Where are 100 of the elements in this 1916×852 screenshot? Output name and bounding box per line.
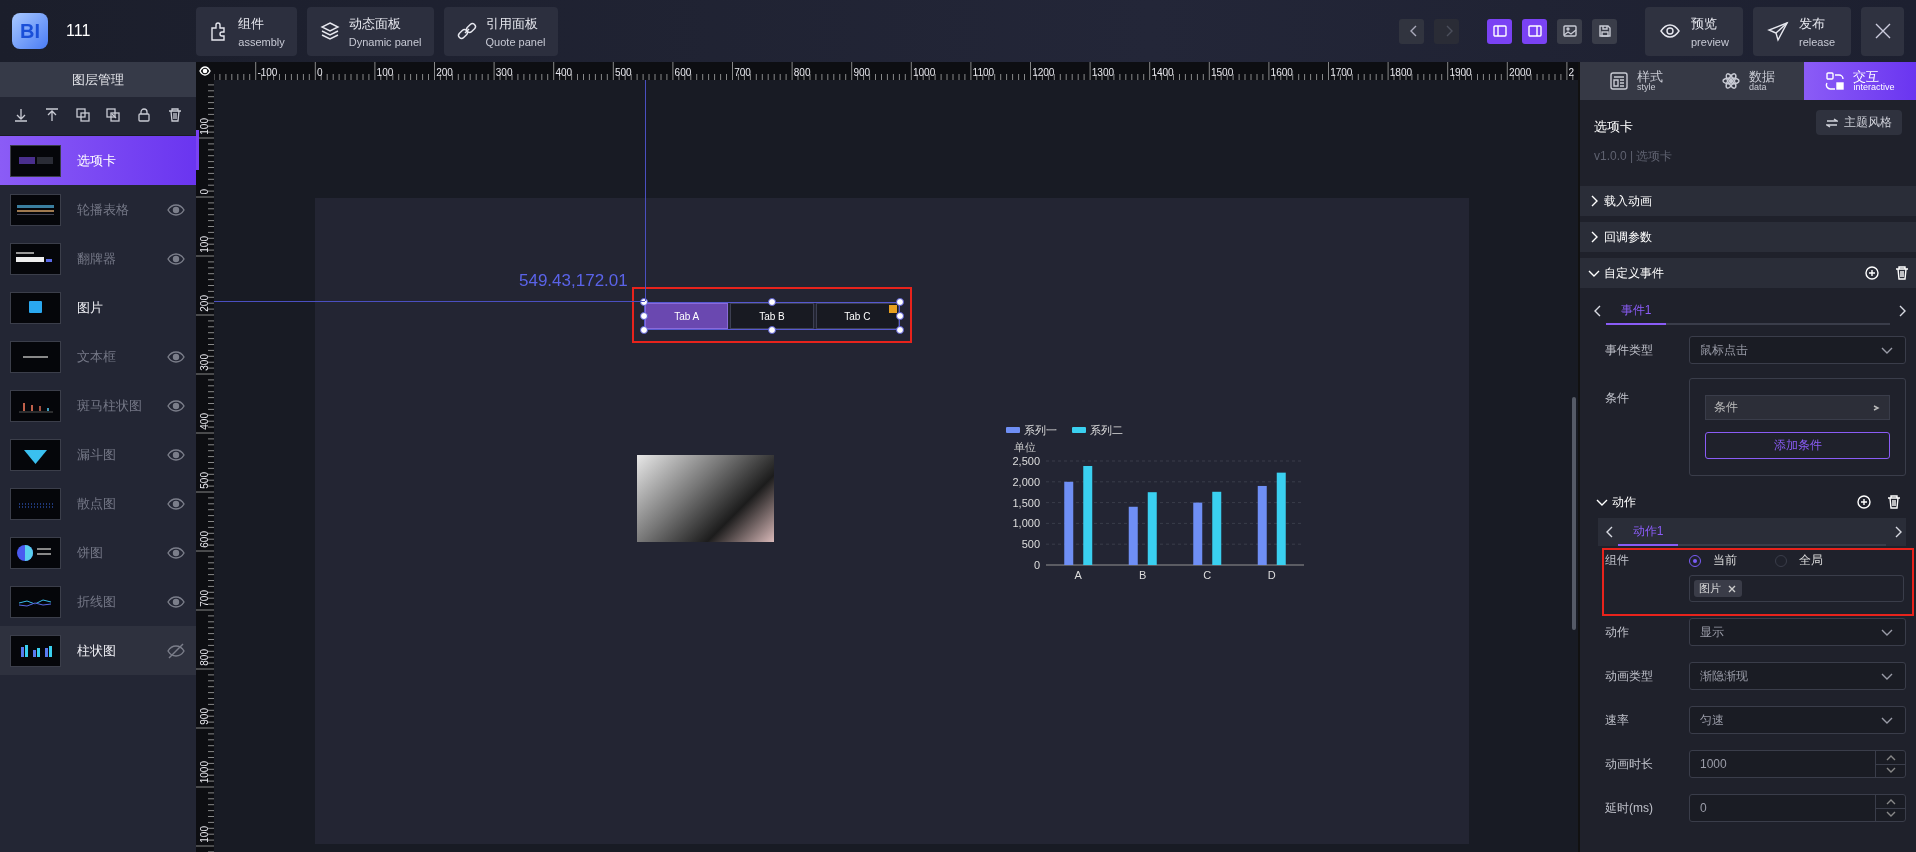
ruler-label: 1100 <box>972 67 995 78</box>
tab[interactable]: 交互 interactive <box>1804 62 1916 100</box>
axis-label: C <box>1203 569 1212 581</box>
close-button[interactable] <box>1861 6 1904 56</box>
ruler-label: 400 <box>199 413 210 430</box>
ruler-label: 1300 <box>1091 67 1115 78</box>
resize-handle[interactable] <box>768 326 776 334</box>
legend-item: 系列二 <box>1072 424 1123 436</box>
number-field[interactable]: 1000 <box>1689 750 1906 778</box>
subsection-header[interactable]: 动作 <box>1580 486 1916 518</box>
add-condition-button[interactable]: 添加条件 <box>1705 432 1890 459</box>
ruler-label: 800 <box>793 67 811 78</box>
field-label: 动画类型 <box>1605 667 1654 685</box>
ruler-label: 1900 <box>1449 67 1472 78</box>
field-label: 事件类型 <box>1605 341 1654 359</box>
project-title: 111 <box>66 22 91 40</box>
select-field[interactable]: 渐隐渐现 <box>1689 662 1906 690</box>
image-icon <box>1561 23 1578 39</box>
section-header[interactable]: 回调参数 <box>1580 222 1916 252</box>
layers-icon <box>318 20 341 42</box>
panel-title: 图层管理 <box>0 62 196 97</box>
ruler-label: 1800 <box>1389 67 1413 78</box>
toolbar-button[interactable]: 组件 assembly <box>196 6 297 56</box>
ruler-label: 200 <box>436 67 453 78</box>
radio-option[interactable]: 当前 <box>1689 552 1775 569</box>
ruler-label: 700 <box>734 67 751 78</box>
tag-input[interactable]: 图片 <box>1689 575 1904 602</box>
back-button[interactable] <box>1399 18 1424 44</box>
number-field[interactable]: 0 <box>1689 794 1906 822</box>
section-header[interactable]: 载入动画 <box>1580 186 1916 216</box>
legend-item: 系列一 <box>1006 424 1057 436</box>
select-field[interactable]: 鼠标点击 <box>1689 336 1906 364</box>
ruler-label: 900 <box>199 708 210 725</box>
version-text: v1.0.0 | 选项卡 <box>1594 148 1673 165</box>
save-icon <box>1596 23 1613 39</box>
panel-toggle[interactable] <box>1592 18 1617 44</box>
ruler-label: 200 <box>199 295 210 312</box>
close-icon <box>1727 583 1737 594</box>
delete-icon <box>1894 265 1910 281</box>
ruler-label: 600 <box>199 531 210 548</box>
layer-item[interactable]: 图片 <box>0 283 196 332</box>
ruler-label: 900 <box>853 67 871 78</box>
toolbar-button[interactable]: 动态面板 Dynamic panel <box>306 6 434 56</box>
ruler-label: 2 <box>1568 67 1575 78</box>
publish-button[interactable]: 发布 release <box>1753 6 1851 56</box>
field-label: 延时(ms) <box>1605 799 1654 817</box>
layer-thumbnail <box>10 389 61 422</box>
ruler-label: 500 <box>615 67 632 78</box>
select-field[interactable]: 匀速 <box>1689 706 1906 734</box>
add-icon <box>1856 494 1872 510</box>
axis-label: 2,000 <box>1012 475 1040 488</box>
axis-title: 单位 <box>1014 441 1036 453</box>
axis-label: 500 <box>1021 538 1040 551</box>
preview-button[interactable]: 预览 preview <box>1645 6 1743 56</box>
theme-button[interactable]: 主题风格 <box>1816 110 1902 135</box>
select-field[interactable]: 显示 <box>1689 618 1906 646</box>
panel-toggle[interactable] <box>1557 18 1582 44</box>
send-icon <box>1767 20 1789 42</box>
tab[interactable]: Tab C <box>815 303 899 329</box>
app-logo: BI <box>12 13 48 49</box>
layer-thumbnail <box>10 193 61 226</box>
panel-toggle[interactable] <box>1487 18 1512 44</box>
tab[interactable]: 数据 data <box>1692 62 1804 100</box>
lightning-icon <box>889 305 897 313</box>
atom-icon <box>1721 71 1741 91</box>
tabs-widget[interactable]: Tab A Tab B Tab C <box>644 302 900 330</box>
layer-thumbnail <box>10 634 61 667</box>
panel-toggle[interactable] <box>1522 18 1547 44</box>
ruler-label: 100 <box>199 236 210 253</box>
layer-item[interactable]: 柱状图 <box>0 626 196 675</box>
ruler-label: 0 <box>199 189 210 195</box>
tab[interactable]: 事件1 <box>1606 297 1666 325</box>
axis-label: 1,500 <box>1012 496 1040 509</box>
layer-item[interactable]: 选项卡 <box>0 136 196 185</box>
field-label: 条件 <box>1605 390 1630 407</box>
tab[interactable]: Tab A <box>645 303 729 329</box>
field-label: 组件 <box>1605 552 1630 569</box>
link-icon <box>455 20 478 42</box>
tab[interactable]: Tab B <box>730 303 814 329</box>
section-header[interactable]: 自定义事件 <box>1580 258 1916 288</box>
cursor-coordinates: 549.43,172.01 <box>519 271 628 291</box>
tab[interactable]: 样式 style <box>1580 62 1692 100</box>
condition-item[interactable]: 条件 <box>1705 395 1890 420</box>
bar <box>1128 506 1138 565</box>
ruler-label: 100 <box>376 67 394 78</box>
remove-icon[interactable] <box>1727 583 1737 594</box>
ruler-label: 100 <box>199 118 210 135</box>
component-name: 选项卡 <box>1594 118 1634 136</box>
layer-thumbnail <box>10 291 61 324</box>
chevron-right-icon <box>1871 402 1881 413</box>
toolbar-button[interactable]: 引用面板 Quote panel <box>443 6 558 56</box>
ruler-label: 0 <box>317 67 323 78</box>
ruler-label: 1000 <box>199 761 210 784</box>
ruler-label: 1700 <box>1330 67 1353 78</box>
resize-handle[interactable] <box>768 298 776 306</box>
layer-thumbnail <box>10 487 61 520</box>
ruler-label: 1200 <box>1032 67 1055 78</box>
bar <box>1193 502 1203 565</box>
ruler-label: 800 <box>199 649 210 666</box>
radio-option[interactable]: 全局 <box>1775 552 1861 569</box>
